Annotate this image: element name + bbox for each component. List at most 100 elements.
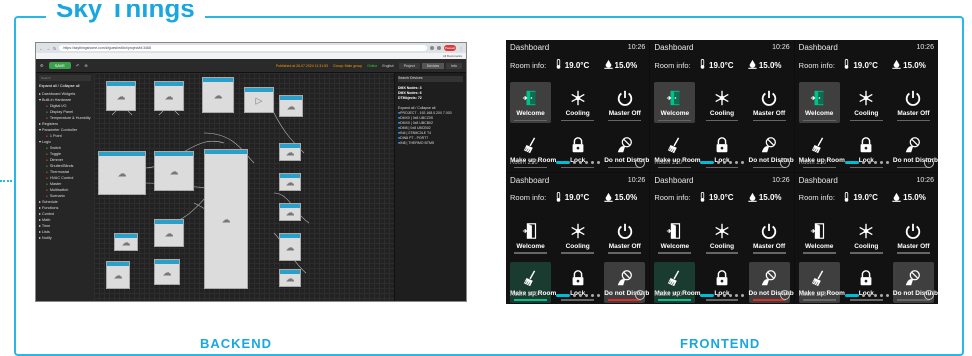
tile-welcome[interactable]: Welcome [510, 215, 551, 256]
humidity-readout: 15.0% [892, 59, 934, 71]
tile-master-off[interactable]: Master Off [893, 82, 934, 123]
room-name: Room 210 [654, 159, 683, 166]
node-block[interactable]: ☁ [106, 81, 136, 111]
tab-devices[interactable]: Devices [421, 62, 445, 69]
expand-collapse-link[interactable]: Expand all / Collapse all [39, 84, 91, 88]
humidity-icon [748, 192, 757, 204]
power-icon [749, 89, 790, 107]
tile-cooling[interactable]: Cooling [701, 215, 742, 256]
node-block[interactable]: ☁ [98, 151, 146, 195]
node-block[interactable]: ☁ [279, 203, 301, 221]
tile-label: Cooling [854, 110, 879, 117]
node-block[interactable]: ☁ [202, 77, 234, 113]
gear-icon[interactable]: ⚙ [40, 63, 44, 68]
tile-welcome[interactable]: Welcome [510, 82, 552, 123]
page-indicator[interactable] [700, 293, 745, 297]
logic-canvas[interactable]: ☁ ☁ ☁ ▷ ☁ ☁ ☁ ☁ ☁ ☁ ☁ ☁ ☁ ☁ ☁ ☁ ☁ [94, 73, 394, 301]
tile-master-off[interactable]: Master Off [604, 82, 645, 123]
page-indicator[interactable] [844, 161, 889, 164]
humidity-readout: 15.0% [748, 59, 790, 71]
settings-circle-icon[interactable]: ○ [779, 290, 790, 300]
tile-label: Welcome [660, 110, 690, 117]
kebab-menu-icon[interactable]: ⋮ [459, 46, 463, 51]
tile-cooling[interactable]: Cooling [557, 215, 598, 256]
tile-welcome[interactable]: Welcome [798, 82, 840, 123]
tile-cooling[interactable]: Cooling [846, 82, 887, 123]
browser-address-bar: ← → ↻ https://skythingshome.com/#/guest/… [36, 43, 466, 53]
devices-search-input[interactable]: Search Devices [398, 76, 463, 82]
node-block[interactable]: ☁ [279, 95, 303, 117]
language-select[interactable]: English [382, 64, 393, 68]
tile-label: Welcome [660, 242, 690, 250]
door-enter-icon [510, 89, 551, 107]
node-block[interactable]: ☁ [106, 261, 130, 289]
broom-icon [654, 136, 695, 154]
page-indicator[interactable] [556, 161, 600, 164]
settings-circle-icon[interactable]: ○ [923, 290, 934, 300]
tile-status-bar [608, 252, 642, 254]
page-indicator[interactable] [700, 161, 745, 164]
node-block[interactable]: ☁ [154, 219, 184, 247]
save-button[interactable]: SAVE [48, 62, 71, 69]
tile-label: Cooling [565, 242, 590, 250]
page-indicator[interactable] [556, 293, 600, 297]
tab-info[interactable]: Info [446, 62, 462, 69]
device-list-item[interactable]: IN8 | THERMO BTMS [398, 141, 463, 146]
extension-icon[interactable] [430, 46, 434, 50]
thermometer-icon [554, 59, 563, 71]
tile-cooling[interactable]: Cooling [846, 215, 887, 256]
tile-cooling[interactable]: Cooling [557, 82, 598, 123]
tile-cooling[interactable]: Cooling [701, 82, 742, 123]
url-field[interactable]: https://skythingshome.com/#/guest/editor… [59, 45, 427, 51]
node-block[interactable]: ☁ [279, 173, 301, 191]
sidebar-search-input[interactable]: Search [39, 75, 91, 81]
humidity-value: 15.0% [614, 193, 638, 202]
tile-welcome[interactable]: Welcome [799, 215, 840, 256]
forward-icon[interactable]: → [46, 46, 50, 51]
settings-circle-icon[interactable]: ○ [635, 157, 646, 168]
humidity-readout: 15.0% [603, 192, 646, 204]
tab-project[interactable]: Project [398, 62, 420, 69]
tile-master-off[interactable]: Master Off [604, 215, 645, 256]
back-icon[interactable]: ← [39, 46, 43, 51]
profile-badge[interactable]: Paused [444, 45, 456, 51]
tile-label: Master Off [753, 110, 786, 117]
tile-status-bar [514, 119, 547, 121]
temperature-value: 19.0°C [709, 60, 734, 70]
tile-label: Master Off [897, 242, 930, 250]
zoom-icon[interactable]: ⊕ [84, 63, 87, 68]
node-block[interactable]: ☁ [279, 143, 301, 161]
sidebar-item[interactable]: ▸ Notify [39, 235, 91, 241]
node-block-large[interactable]: ☁ [204, 149, 248, 289]
bookmark-icon[interactable] [437, 46, 441, 50]
tile-welcome[interactable]: Welcome [654, 215, 695, 256]
snowflake-icon [557, 222, 598, 240]
lock-icon [557, 269, 598, 287]
do-not-disturb-icon [749, 269, 790, 287]
do-not-disturb-icon [893, 269, 934, 287]
dashboard-title: Dashboard [654, 43, 694, 52]
node-block[interactable]: ☁ [279, 269, 301, 287]
tile-welcome[interactable]: Welcome [654, 82, 696, 123]
group-label[interactable]: Group: Main group [333, 64, 362, 68]
reload-icon[interactable]: ↻ [53, 46, 56, 51]
page-indicator[interactable] [844, 293, 889, 297]
settings-circle-icon[interactable]: ○ [923, 157, 934, 168]
broom-icon [799, 136, 840, 154]
tile-master-off[interactable]: Master Off [749, 82, 790, 123]
node-block[interactable]: ▷ [244, 87, 274, 113]
node-block[interactable]: ☁ [154, 259, 180, 285]
node-block[interactable]: ☁ [154, 81, 184, 111]
node-block[interactable]: ☁ [279, 233, 301, 261]
node-block[interactable]: ☁ [154, 151, 194, 191]
tile-master-off[interactable]: Master Off [749, 215, 790, 256]
tile-master-off[interactable]: Master Off [893, 215, 934, 256]
undo-icon[interactable]: ↶ [76, 63, 79, 68]
tile-status-bar [802, 252, 836, 254]
room-name: Room 210 [510, 159, 538, 166]
settings-circle-icon[interactable]: ○ [779, 157, 790, 168]
node-block[interactable]: ☁ [114, 233, 138, 251]
broom-icon [654, 269, 695, 287]
settings-circle-icon[interactable]: ○ [635, 290, 646, 300]
tile-status-bar [752, 119, 786, 121]
